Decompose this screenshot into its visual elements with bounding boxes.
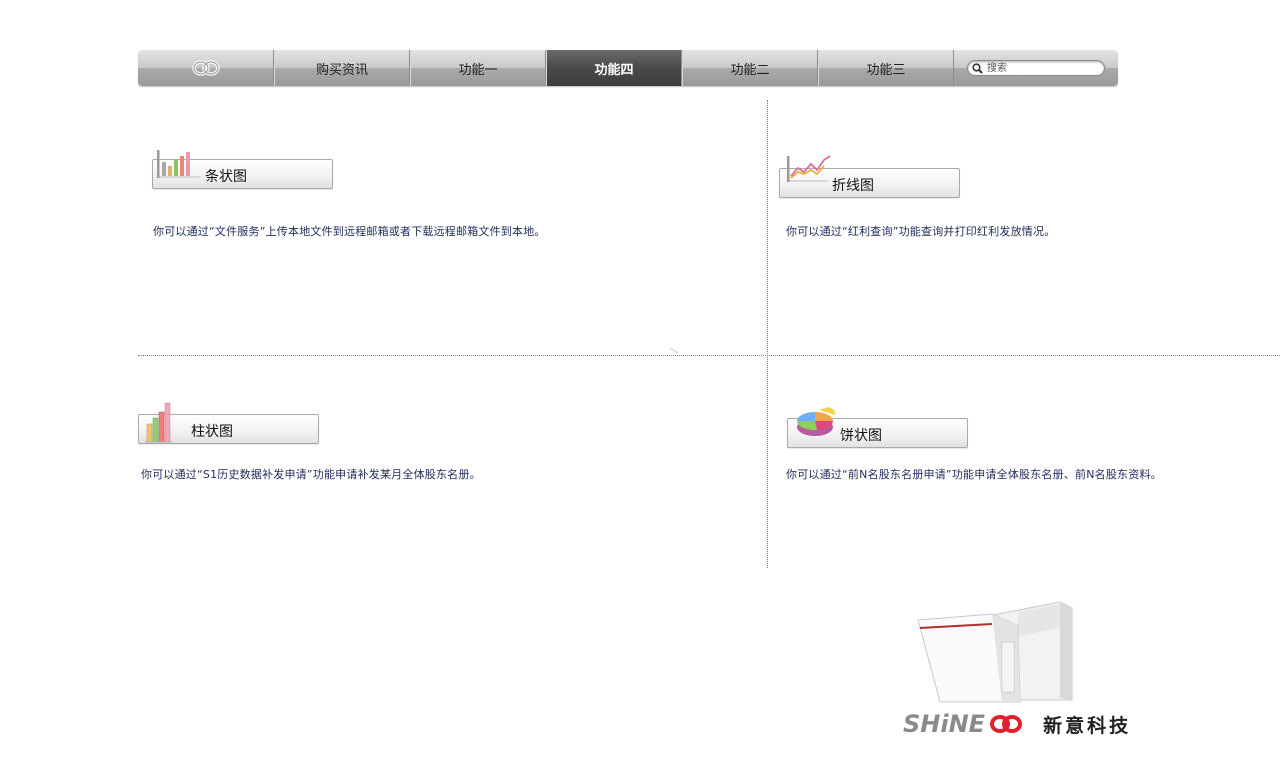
line-chart-description: 你可以通过“红利查询”功能查询并打印红利发放情况。 — [786, 225, 1056, 238]
brand-chinese-name: 新意科技 — [1043, 714, 1132, 737]
chain-logo-icon — [191, 60, 220, 76]
product-box-image — [917, 601, 1073, 703]
search-area — [954, 50, 1118, 86]
pie-chart-description: 你可以通过“前N名股东名册申请”功能申请全体股东名册、前N名股东资料。 — [786, 468, 1162, 481]
company-brand: SHiNE 新意科技 — [903, 710, 1131, 738]
column-chart-icon — [145, 402, 172, 443]
nav-item-buy-info[interactable]: 购买资讯 — [274, 50, 410, 86]
brand-english-name: SHiNE — [903, 710, 986, 738]
pie-chart-icon — [796, 407, 836, 436]
search-input[interactable] — [983, 61, 1097, 75]
bar-chart-label: 条状图 — [205, 169, 247, 185]
line-chart-icon — [786, 155, 831, 182]
horizontal-divider — [138, 355, 1280, 356]
search-box[interactable] — [967, 60, 1105, 76]
brand-chain-icon — [990, 715, 1023, 733]
bar-chart-description: 你可以通过“文件服务”上传本地文件到远程邮箱或者下载远程邮箱文件到本地。 — [153, 225, 546, 238]
search-icon — [972, 62, 983, 74]
home-logo-link[interactable] — [138, 50, 274, 86]
nav-item-function-1[interactable]: 功能一 — [410, 50, 546, 86]
column-chart-label: 柱状图 — [191, 424, 233, 440]
column-chart-description: 你可以通过“S1历史数据补发申请”功能申请补发某月全体股东名册。 — [141, 468, 481, 481]
top-nav-bar: 购买资讯 功能一 功能四 功能二 功能三 — [138, 50, 1118, 86]
nav-item-function-2[interactable]: 功能二 — [682, 50, 818, 86]
line-chart-label: 折线图 — [832, 178, 874, 194]
divider-notch — [670, 348, 678, 353]
nav-item-function-3[interactable]: 功能三 — [818, 50, 954, 86]
bar-chart-icon — [156, 150, 202, 178]
vertical-divider — [767, 100, 768, 568]
pie-chart-label: 饼状图 — [840, 428, 882, 444]
nav-item-function-4[interactable]: 功能四 — [546, 50, 682, 86]
